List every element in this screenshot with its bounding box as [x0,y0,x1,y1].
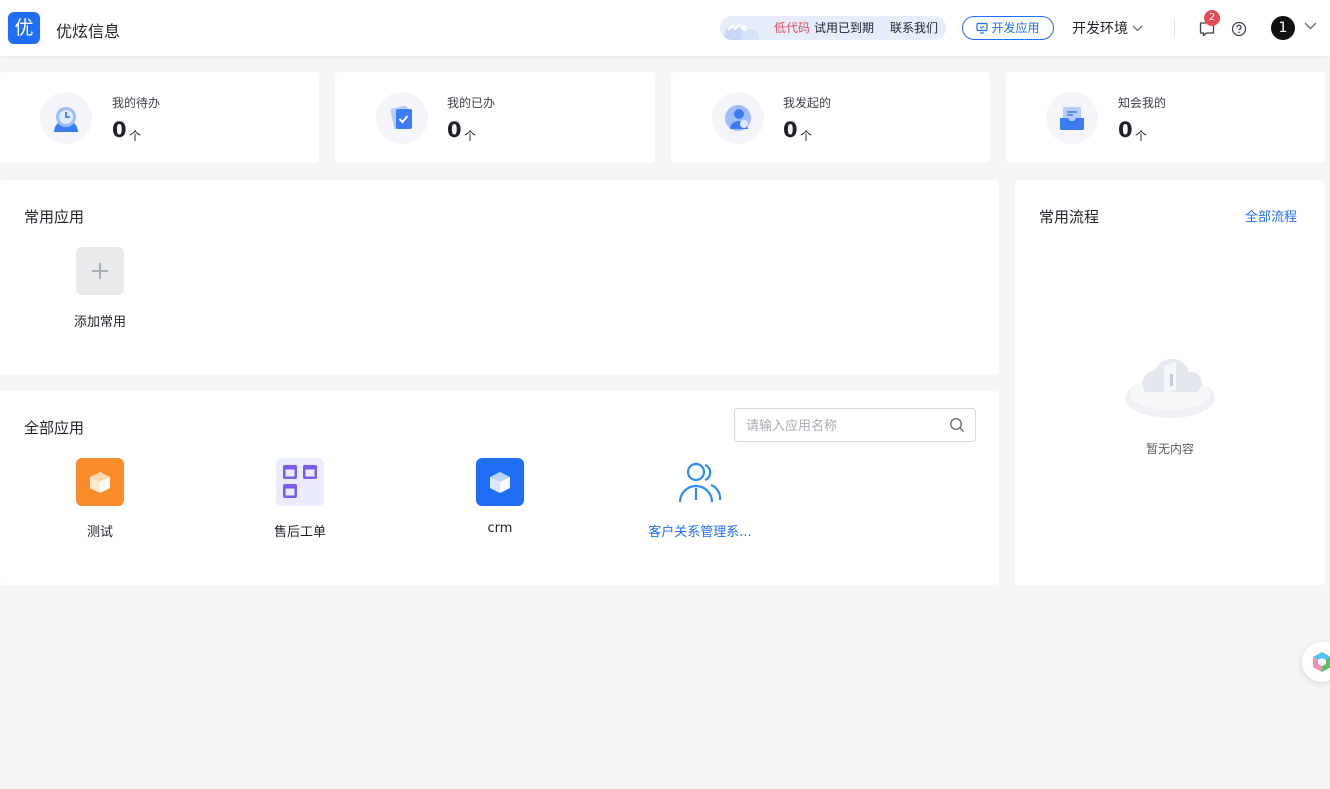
stat-card-todo[interactable]: 我的待办 0 个 [0,72,319,163]
app-item-customer-relations[interactable]: 客户关系管理系... [625,458,775,544]
orange-cube-icon [76,458,124,506]
app-item-after-sales[interactable]: 售后工单 [225,458,375,544]
frequent-flows-title: 常用流程 [1039,208,1100,226]
help-icon[interactable] [1231,21,1247,37]
header-divider [1174,19,1175,37]
users-icon [676,458,724,506]
user-icon [712,92,764,144]
search-icon[interactable] [949,417,965,433]
stat-value: 0 [447,118,462,142]
app-item-test[interactable]: 测试 [25,458,175,544]
add-frequent-app-label[interactable]: 添加常用 [52,311,148,330]
stat-label: 我的待办 [112,96,161,110]
app-name: 客户关系管理系... [648,525,752,540]
stat-card-cc[interactable]: 知会我的 0 个 [1006,72,1325,163]
inbox-icon [1046,92,1098,144]
environment-select[interactable]: 开发环境 [1072,18,1143,38]
stat-card-initiated[interactable]: 我发起的 0 个 [671,72,990,163]
trial-expired-banner[interactable]: 低代码 试用已到期 联系我们 [720,16,946,40]
monitor-icon [976,22,989,34]
floating-assistant-button[interactable] [1302,642,1330,682]
app-name: 测试 [86,525,113,540]
chevron-down-icon[interactable] [1304,22,1317,30]
stat-unit: 个 [464,129,477,143]
app-search-input[interactable] [734,408,976,442]
cloud-decoration-icon [724,23,759,40]
user-avatar[interactable]: 1 [1271,16,1295,40]
notification-badge: 2 [1204,10,1220,26]
app-logo[interactable]: 优 [8,12,40,44]
top-header: 优 优炫信息 低代码 试用已到期 联系我们 开发应用 开发环境 2 1 [0,0,1330,56]
frequent-apps-panel: 常用应用 添加常用 [0,180,999,375]
environment-label: 开发环境 [1072,21,1128,37]
alarm-clock-icon [40,92,92,144]
app-name: 售后工单 [273,525,326,540]
stat-label: 知会我的 [1118,96,1167,110]
contact-us-link[interactable]: 联系我们 [890,16,938,40]
all-apps-panel: 全部应用 测试 售后工单 [0,391,999,585]
stat-unit: 个 [129,129,142,143]
calendar-grid-icon [276,458,324,506]
trial-expired-label: 试用已到期 [814,21,875,35]
frequent-apps-title: 常用应用 [24,208,85,226]
all-apps-title: 全部应用 [24,419,85,437]
stat-label: 我发起的 [783,96,832,110]
blue-cube-icon [476,458,524,506]
app-title: 优炫信息 [56,22,121,41]
develop-app-label: 开发应用 [991,21,1040,35]
develop-app-button[interactable]: 开发应用 [962,16,1054,40]
all-flows-link[interactable]: 全部流程 [1245,206,1297,225]
app-item-crm[interactable]: crm [425,458,575,544]
chevron-down-icon [1132,25,1143,32]
stat-value: 0 [112,118,127,142]
empty-state-text: 暂无内容 [1145,442,1194,456]
stat-unit: 个 [800,129,813,143]
stat-value: 0 [783,118,798,142]
stat-value: 0 [1118,118,1133,142]
stat-card-done[interactable]: 我的已办 0 个 [335,72,655,163]
add-frequent-app-button[interactable] [76,247,124,295]
stat-label: 我的已办 [447,96,496,110]
empty-cloud-icon [1125,358,1215,418]
cube-logo-icon [1313,652,1330,672]
clipboard-check-icon [376,92,428,144]
app-name: crm [487,521,513,536]
stat-unit: 个 [1135,129,1148,143]
lowcode-label: 低代码 [774,21,811,35]
